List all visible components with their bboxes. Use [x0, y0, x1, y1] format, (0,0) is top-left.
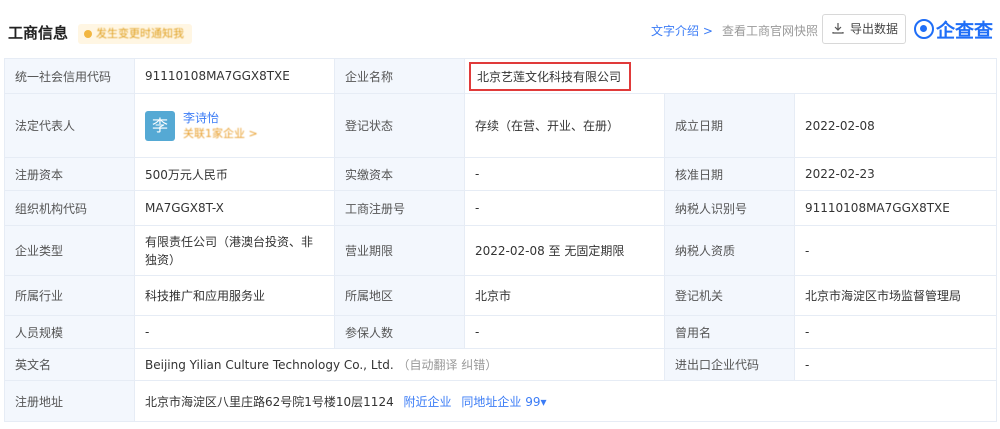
auto-translate-note[interactable]: （自动翻译 纠错） — [397, 358, 497, 372]
region-value: 北京市 — [464, 275, 665, 316]
org-code-label: 组织机构代码 — [4, 190, 135, 226]
capital-label: 注册资本 — [4, 157, 135, 191]
text-intro-link[interactable]: 文字介绍 > — [651, 22, 713, 39]
company-name-cell: 北京艺莲文化科技有限公司 — [463, 58, 998, 94]
table-row: 所属行业 科技推广和应用服务业 所属地区 北京市 登记机关 北京市海淀区市场监督… — [4, 275, 998, 316]
approve-date-label: 核准日期 — [664, 157, 795, 191]
term-label: 营业期限 — [334, 225, 465, 276]
company-type-label: 企业类型 — [4, 225, 135, 276]
industry-value: 科技推广和应用服务业 — [134, 275, 335, 316]
company-name-value: 北京艺莲文化科技有限公司 — [477, 69, 622, 84]
reg-status-value: 存续（在营、开业、在册） — [464, 93, 665, 158]
section-title: 工商信息 — [8, 24, 69, 42]
table-row: 注册地址 北京市海淀区八里庄路62号院1号楼10层1124 附近企业 同地址企业… — [4, 380, 998, 422]
address-cell: 北京市海淀区八里庄路62号院1号楼10层1124 附近企业 同地址企业 99▾ — [133, 380, 998, 422]
address-label: 注册地址 — [4, 380, 135, 422]
legal-rep-cell: 李 李诗怡 关联1家企业 > — [134, 93, 335, 158]
table-row: 英文名 Beijing Yilian Culture Technology Co… — [4, 348, 998, 381]
former-name-value: - — [793, 315, 998, 349]
reg-status-label: 登记状态 — [334, 93, 465, 158]
taxpayer-id-value: 91110108MA7GGX8TXE — [793, 190, 998, 226]
taxpayer-id-label: 纳税人识别号 — [664, 190, 795, 226]
download-icon — [832, 23, 844, 34]
export-data-button[interactable]: 导出数据 — [822, 14, 906, 44]
insured-value: - — [464, 315, 665, 349]
import-export-label: 进出口企业代码 — [664, 348, 795, 381]
qichacha-logo: 企查查 — [914, 14, 993, 44]
paid-capital-value: - — [464, 157, 665, 191]
address-value: 北京市海淀区八里庄路62号院1号楼10层1124 — [145, 394, 394, 409]
table-row: 人员规模 - 参保人数 - 曾用名 - — [4, 315, 998, 349]
english-name-label: 英文名 — [4, 348, 135, 381]
table-row: 法定代表人 李 李诗怡 关联1家企业 > 登记状态 存续（在营、开业、在册） 成… — [4, 93, 998, 158]
english-name-cell: Beijing Yilian Culture Technology Co., L… — [134, 348, 665, 381]
table-row: 统一社会信用代码 91110108MA7GGX8TXE 企业名称 北京艺莲文化科… — [4, 58, 998, 94]
authority-value: 北京市海淀区市场监督管理局 — [793, 275, 998, 316]
staff-label: 人员规模 — [4, 315, 135, 349]
table-row: 注册资本 500万元人民币 实缴资本 - 核准日期 2022-02-23 — [4, 157, 998, 191]
official-snapshot-link[interactable]: 查看工商官网快照 — [722, 22, 818, 39]
import-export-value: - — [793, 348, 998, 381]
same-address-companies-link[interactable]: 同地址企业 99▾ — [461, 395, 546, 409]
org-code-value: MA7GGX8T-X — [134, 190, 335, 226]
change-notify-badge[interactable]: 发生变更时通知我 — [78, 24, 192, 44]
taxpayer-quality-label: 纳税人资质 — [664, 225, 795, 276]
business-info-table: 统一社会信用代码 91110108MA7GGX8TXE 企业名称 北京艺莲文化科… — [4, 58, 998, 422]
staff-value: - — [134, 315, 335, 349]
legal-rep-related[interactable]: 关联1家企业 > — [145, 126, 324, 142]
company-type-value: 有限责任公司（港澳台投资、非独资） — [134, 225, 335, 276]
table-row: 组织机构代码 MA7GGX8T-X 工商注册号 - 纳税人识别号 9111010… — [4, 190, 998, 226]
region-label: 所属地区 — [334, 275, 465, 316]
table-row: 企业类型 有限责任公司（港澳台投资、非独资） 营业期限 2022-02-08 至… — [4, 225, 998, 276]
industry-label: 所属行业 — [4, 275, 135, 316]
company-name-label: 企业名称 — [334, 58, 465, 94]
found-date-label: 成立日期 — [664, 93, 795, 158]
paid-capital-label: 实缴资本 — [334, 157, 465, 191]
capital-value: 500万元人民币 — [134, 157, 335, 191]
credit-code-value: 91110108MA7GGX8TXE — [134, 58, 335, 94]
company-name-highlight: 北京艺莲文化科技有限公司 — [469, 61, 632, 91]
taxpayer-quality-value: - — [793, 225, 998, 276]
legal-rep-label: 法定代表人 — [4, 93, 135, 158]
insured-label: 参保人数 — [334, 315, 465, 349]
found-date-value: 2022-02-08 — [793, 93, 998, 158]
term-value: 2022-02-08 至 无固定期限 — [464, 225, 665, 276]
credit-code-label: 统一社会信用代码 — [4, 58, 135, 94]
approve-date-value: 2022-02-23 — [793, 157, 998, 191]
section-header: 工商信息 发生变更时通知我 文字介绍 > 查看工商官网快照 导出数据 企查查 — [0, 0, 1000, 58]
reg-no-value: - — [464, 190, 665, 226]
authority-label: 登记机关 — [664, 275, 795, 316]
english-name-value: Beijing Yilian Culture Technology Co., L… — [145, 358, 394, 372]
reg-no-label: 工商注册号 — [334, 190, 465, 226]
former-name-label: 曾用名 — [664, 315, 795, 349]
logo-mark-icon — [914, 19, 934, 39]
nearby-companies-link[interactable]: 附近企业 — [404, 395, 452, 409]
